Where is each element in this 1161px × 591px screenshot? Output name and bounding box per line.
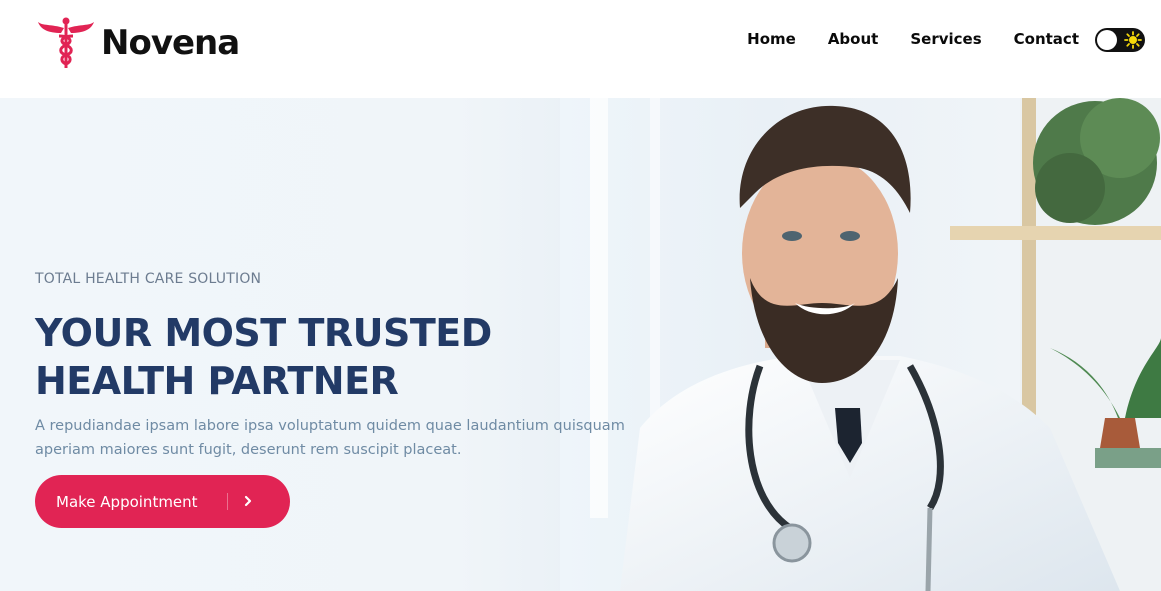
- theme-toggle[interactable]: [1095, 28, 1145, 52]
- hero-eyebrow: TOTAL HEALTH CARE SOLUTION: [35, 271, 262, 287]
- description-line-1: A repudiandae ipsam labore ipsa voluptat…: [35, 418, 625, 434]
- chevron-right-icon: [244, 495, 252, 507]
- sun-icon: [1124, 31, 1142, 49]
- doctor-photo: [560, 98, 1161, 591]
- main-nav: Home About Services Contact: [747, 30, 1079, 48]
- headline-line-2: HEALTH PARTNER: [35, 359, 399, 403]
- hero-headline: YOUR MOST TRUSTED HEALTH PARTNER: [35, 309, 555, 405]
- make-appointment-label: Make Appointment: [56, 492, 198, 511]
- description-line-2: aperiam maiores sunt fugit, deserunt rem…: [35, 442, 462, 458]
- brand-logo[interactable]: Novena: [37, 16, 240, 70]
- nav-services[interactable]: Services: [910, 30, 981, 48]
- headline-line-1: YOUR MOST TRUSTED: [35, 311, 492, 355]
- hero-description: A repudiandae ipsam labore ipsa voluptat…: [35, 414, 625, 462]
- hero-section: TOTAL HEALTH CARE SOLUTION YOUR MOST TRU…: [0, 98, 1161, 591]
- nav-contact[interactable]: Contact: [1014, 30, 1079, 48]
- button-divider: [227, 493, 228, 510]
- nav-about[interactable]: About: [828, 30, 879, 48]
- toggle-knob: [1097, 30, 1117, 50]
- nav-home[interactable]: Home: [747, 30, 796, 48]
- brand-name: Novena: [101, 23, 240, 63]
- caduceus-icon: [38, 17, 94, 68]
- site-header: Novena Home About Services Contact: [0, 0, 1161, 98]
- make-appointment-button[interactable]: Make Appointment: [35, 475, 290, 528]
